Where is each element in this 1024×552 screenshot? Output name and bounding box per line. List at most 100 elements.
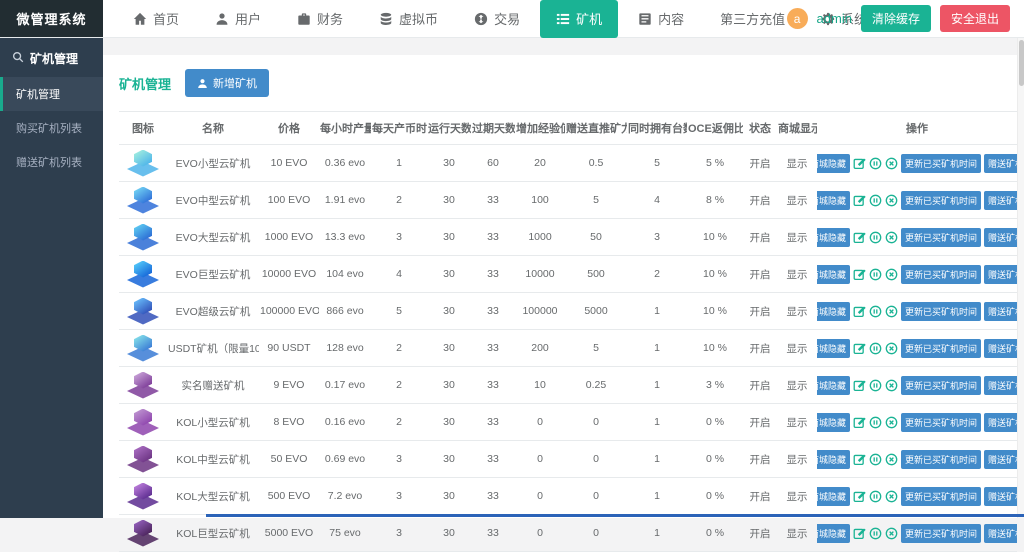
gift-miner-button[interactable]: 赠送矿机 — [984, 339, 1017, 358]
edit-icon[interactable] — [853, 157, 866, 170]
gift-miner-button[interactable]: 赠送矿机 — [984, 228, 1017, 247]
cell-expire-days: 60 — [471, 145, 515, 182]
gift-miner-button[interactable]: 赠送矿机 — [984, 450, 1017, 469]
edit-icon[interactable] — [853, 453, 866, 466]
sidebar-item-label: 购买矿机列表 — [16, 123, 82, 135]
update-bought-time-button[interactable]: 更新已买矿机时间 — [901, 228, 981, 247]
update-bought-time-button[interactable]: 更新已买矿机时间 — [901, 376, 981, 395]
scrollbar-thumb[interactable] — [1019, 40, 1024, 86]
close-icon[interactable] — [885, 416, 898, 429]
update-bought-time-button[interactable]: 更新已买矿机时间 — [901, 339, 981, 358]
cell-gift-power: 50 — [565, 219, 627, 256]
gift-miner-button[interactable]: 赠送矿机 — [984, 265, 1017, 284]
add-miner-button[interactable]: 新增矿机 — [185, 69, 269, 97]
mall-hide-button[interactable]: 商城隐藏 — [817, 487, 850, 506]
cell-status: 开启 — [743, 182, 777, 219]
close-icon[interactable] — [885, 527, 898, 540]
logout-button[interactable]: 安全退出 — [940, 5, 1010, 32]
pause-icon[interactable] — [869, 305, 882, 318]
update-bought-time-button[interactable]: 更新已买矿机时间 — [901, 302, 981, 321]
gift-miner-button[interactable]: 赠送矿机 — [984, 413, 1017, 432]
update-bought-time-button[interactable]: 更新已买矿机时间 — [901, 450, 981, 469]
mall-hide-button[interactable]: 商城隐藏 — [817, 450, 850, 469]
close-icon[interactable] — [885, 379, 898, 392]
gift-miner-button[interactable]: 赠送矿机 — [984, 154, 1017, 173]
cell-gift-power: 5 — [565, 330, 627, 367]
update-bought-time-button[interactable]: 更新已买矿机时间 — [901, 413, 981, 432]
pause-icon[interactable] — [869, 268, 882, 281]
close-icon[interactable] — [885, 342, 898, 355]
close-icon[interactable] — [885, 157, 898, 170]
nav-item-users[interactable]: 用户 — [199, 0, 277, 38]
close-icon[interactable] — [885, 490, 898, 503]
nav-item-miner[interactable]: 矿机 — [540, 0, 618, 38]
pause-icon[interactable] — [869, 157, 882, 170]
pause-icon[interactable] — [869, 342, 882, 355]
sidebar-item-gifted-miner-list[interactable]: 赠送矿机列表 — [0, 145, 103, 179]
mall-hide-button[interactable]: 商城隐藏 — [817, 524, 850, 543]
gift-miner-button[interactable]: 赠送矿机 — [984, 302, 1017, 321]
pause-icon[interactable] — [869, 416, 882, 429]
edit-icon[interactable] — [853, 305, 866, 318]
cell-max-owned: 3 — [627, 219, 687, 256]
cell-status: 开启 — [743, 330, 777, 367]
pause-icon[interactable] — [869, 453, 882, 466]
cell-exp-gain: 10 — [515, 367, 565, 404]
mall-hide-button[interactable]: 商城隐藏 — [817, 413, 850, 432]
close-icon[interactable] — [885, 453, 898, 466]
nav-item-content[interactable]: 内容 — [622, 0, 700, 38]
sidebar-item-purchased-miner-list[interactable]: 购买矿机列表 — [0, 111, 103, 145]
mall-hide-button[interactable]: 商城隐藏 — [817, 302, 850, 321]
close-icon[interactable] — [885, 305, 898, 318]
edit-icon[interactable] — [853, 231, 866, 244]
update-bought-time-button[interactable]: 更新已买矿机时间 — [901, 154, 981, 173]
edit-icon[interactable] — [853, 416, 866, 429]
pause-icon[interactable] — [869, 379, 882, 392]
pause-icon[interactable] — [869, 527, 882, 540]
edit-icon[interactable] — [853, 379, 866, 392]
update-bought-time-button[interactable]: 更新已买矿机时间 — [901, 191, 981, 210]
edit-icon[interactable] — [853, 527, 866, 540]
nav-item-trade[interactable]: 交易 — [458, 0, 536, 38]
table-row: EVO巨型云矿机 10000 EVO 104 evo 4 30 33 10000… — [119, 256, 1017, 293]
pause-icon[interactable] — [869, 490, 882, 503]
user-icon — [215, 12, 229, 26]
cell-run-days: 30 — [427, 441, 471, 478]
mall-hide-button[interactable]: 商城隐藏 — [817, 228, 850, 247]
gift-miner-button[interactable]: 赠送矿机 — [984, 376, 1017, 395]
edit-icon[interactable] — [853, 268, 866, 281]
clear-cache-button[interactable]: 清除缓存 — [861, 5, 931, 32]
mall-hide-button[interactable]: 商城隐藏 — [817, 191, 850, 210]
nav-item-virtual-coin[interactable]: 虚拟币 — [363, 0, 454, 38]
cell-daily-hours: 3 — [371, 515, 427, 552]
cell-expire-days: 33 — [471, 330, 515, 367]
close-icon[interactable] — [885, 194, 898, 207]
mall-hide-button[interactable]: 商城隐藏 — [817, 154, 850, 173]
close-icon[interactable] — [885, 231, 898, 244]
edit-icon[interactable] — [853, 490, 866, 503]
nav-item-home[interactable]: 首页 — [117, 0, 195, 38]
close-icon[interactable] — [885, 268, 898, 281]
pause-icon[interactable] — [869, 194, 882, 207]
edit-icon[interactable] — [853, 342, 866, 355]
mall-hide-button[interactable]: 商城隐藏 — [817, 339, 850, 358]
cell-name: KOL巨型云矿机 — [167, 515, 259, 552]
search-icon — [12, 51, 24, 66]
nav-item-finance[interactable]: 财务 — [281, 0, 359, 38]
update-bought-time-button[interactable]: 更新已买矿机时间 — [901, 524, 981, 543]
edit-icon[interactable] — [853, 194, 866, 207]
pause-icon[interactable] — [869, 231, 882, 244]
update-bought-time-button[interactable]: 更新已买矿机时间 — [901, 265, 981, 284]
col-header-status: 状态 — [743, 112, 777, 145]
update-bought-time-button[interactable]: 更新已买矿机时间 — [901, 487, 981, 506]
mall-hide-button[interactable]: 商城隐藏 — [817, 265, 850, 284]
gift-miner-button[interactable]: 赠送矿机 — [984, 487, 1017, 506]
vertical-scrollbar[interactable] — [1017, 38, 1024, 518]
mall-hide-button[interactable]: 商城隐藏 — [817, 376, 850, 395]
avatar[interactable]: a — [787, 8, 808, 29]
nav-label: 内容 — [658, 9, 684, 28]
cell-daily-hours: 5 — [371, 293, 427, 330]
gift-miner-button[interactable]: 赠送矿机 — [984, 524, 1017, 543]
gift-miner-button[interactable]: 赠送矿机 — [984, 191, 1017, 210]
sidebar-item-miner-manage[interactable]: 矿机管理 — [0, 77, 103, 111]
